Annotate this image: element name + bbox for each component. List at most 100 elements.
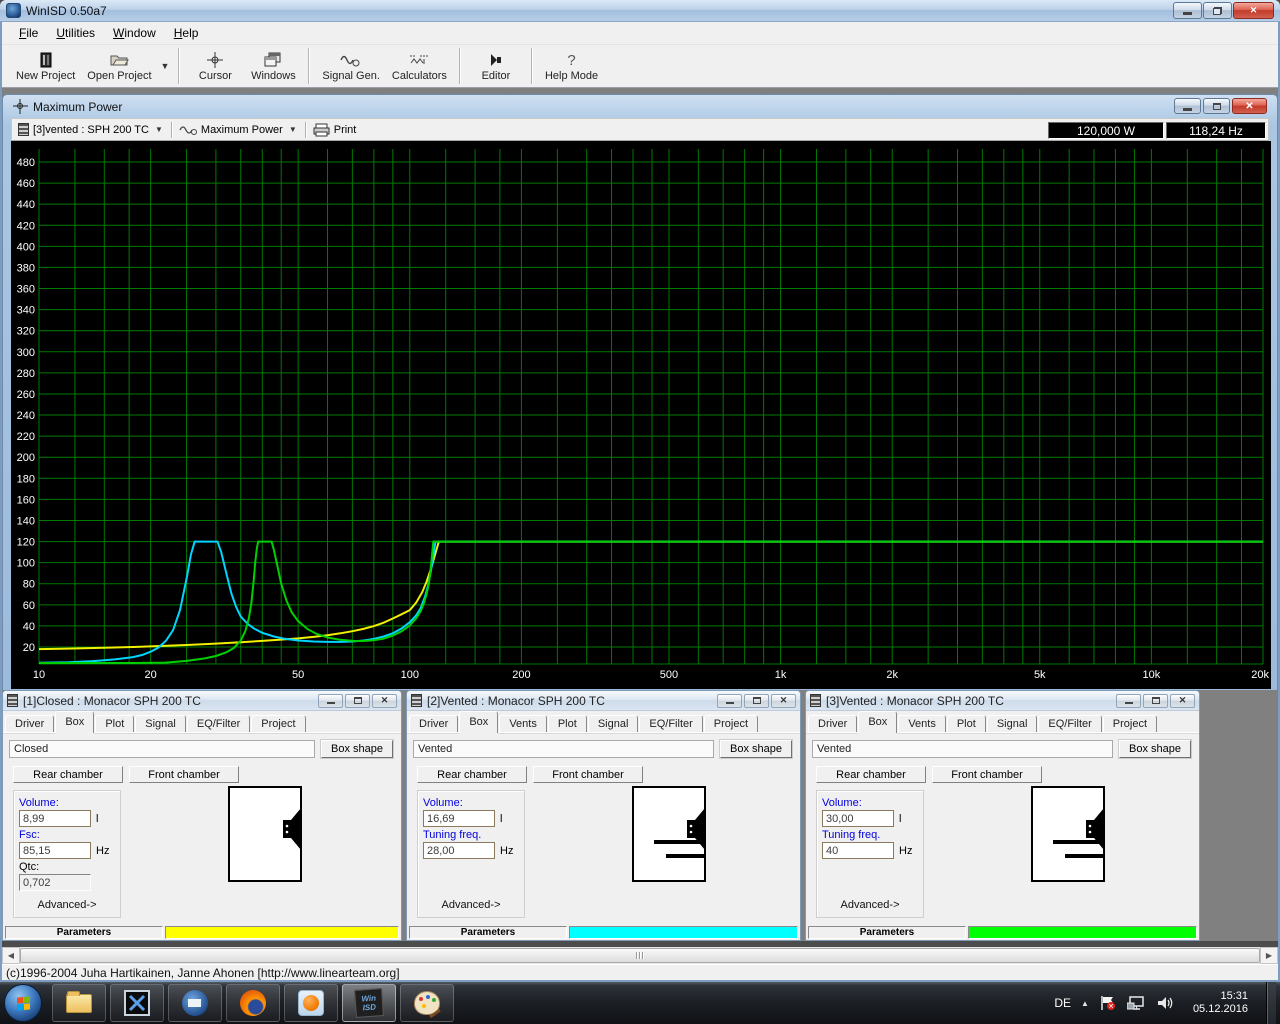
panel1-minimize-button[interactable]: [318, 693, 343, 708]
tab-signal[interactable]: Signal: [986, 715, 1038, 733]
tab-project[interactable]: Project: [703, 715, 759, 733]
rear-chamber-button[interactable]: Rear chamber: [816, 766, 926, 783]
plot-area[interactable]: 20 40 60 80 100 120 140 160 180 200 220 240 260 280 30…: [11, 141, 1271, 689]
box-type-field[interactable]: Vented: [812, 740, 1113, 758]
minimize-button[interactable]: [1173, 2, 1202, 19]
plot-close-button[interactable]: ✕: [1232, 98, 1267, 114]
front-chamber-button[interactable]: Front chamber: [533, 766, 643, 783]
rear-chamber-button[interactable]: Rear chamber: [13, 766, 123, 783]
volume-input[interactable]: 16,69: [423, 810, 495, 827]
taskbar-clock[interactable]: 15:31 05.12.2016: [1185, 990, 1256, 1016]
open-project-button[interactable]: Open Project: [81, 45, 157, 87]
panel2-titlebar[interactable]: [2]Vented : Monacor SPH 200 TC ✕: [407, 691, 800, 711]
project-selector[interactable]: [3]vented : SPH 200 TC ▼: [12, 119, 171, 140]
cursor-button[interactable]: Cursor: [186, 45, 244, 87]
scrollbar-thumb[interactable]: [20, 948, 1260, 963]
advanced-link[interactable]: Advanced->: [14, 899, 120, 911]
action-center-flag-icon[interactable]: ✕: [1099, 995, 1117, 1011]
main-titlebar[interactable]: WinISD 0.50a7 ✕: [0, 0, 1280, 22]
max-power-chart[interactable]: 20 40 60 80 100 120 140 160 180 200 220 240 260 280 30…: [11, 141, 1271, 689]
parameters-label[interactable]: Parameters: [409, 926, 567, 939]
tab-driver[interactable]: Driver: [409, 715, 459, 733]
box-type-field[interactable]: Vented: [413, 740, 714, 758]
new-project-button[interactable]: New Project: [10, 45, 81, 87]
tab-project[interactable]: Project: [1102, 715, 1158, 733]
box-shape-button[interactable]: Box shape: [1119, 740, 1191, 758]
network-icon[interactable]: [1126, 995, 1147, 1011]
taskbar-paint-button[interactable]: [400, 984, 454, 1022]
tab-box[interactable]: Box: [459, 711, 499, 733]
tab-vents[interactable]: Vents: [898, 715, 946, 733]
open-project-dropdown[interactable]: ▼: [158, 45, 173, 87]
taskbar-crossed-arrows-button[interactable]: [110, 984, 164, 1022]
taskbar-thunderbird-button[interactable]: [168, 984, 222, 1022]
tab-box[interactable]: Box: [858, 711, 898, 733]
rear-chamber-button[interactable]: Rear chamber: [417, 766, 527, 783]
tab-driver[interactable]: Driver: [5, 715, 55, 733]
signal-gen-button[interactable]: Signal Gen.: [316, 45, 385, 87]
volume-input[interactable]: 30,00: [822, 810, 894, 827]
panel3-maximize-button[interactable]: [1143, 693, 1168, 708]
language-indicator[interactable]: DE: [1054, 996, 1071, 1010]
scroll-left-arrow[interactable]: ◀: [2, 947, 20, 964]
volume-icon[interactable]: [1157, 995, 1175, 1011]
close-button[interactable]: ✕: [1233, 2, 1274, 19]
front-chamber-button[interactable]: Front chamber: [932, 766, 1042, 783]
tab-eq-filter[interactable]: EQ/Filter: [1038, 715, 1102, 733]
tuning-freq-input[interactable]: 28,00: [423, 842, 495, 859]
menu-file[interactable]: File: [10, 23, 47, 43]
show-desktop-button[interactable]: [1266, 982, 1276, 1024]
taskbar-firefox-button[interactable]: [226, 984, 280, 1022]
tab-plot[interactable]: Plot: [946, 715, 986, 733]
tuning-freq-input[interactable]: 40: [822, 842, 894, 859]
taskbar-explorer-button[interactable]: [52, 984, 106, 1022]
tab-eq-filter[interactable]: EQ/Filter: [639, 715, 703, 733]
plot-minimize-button[interactable]: [1174, 98, 1201, 114]
print-button[interactable]: Print: [307, 119, 363, 140]
tab-vents[interactable]: Vents: [499, 715, 547, 733]
tab-plot[interactable]: Plot: [95, 715, 135, 733]
tab-project[interactable]: Project: [251, 715, 306, 733]
box-shape-button[interactable]: Box shape: [321, 740, 393, 758]
menu-help[interactable]: Help: [165, 23, 208, 43]
taskbar-winisd-button[interactable]: Win ISD: [342, 984, 396, 1022]
menu-window[interactable]: Window: [104, 23, 165, 43]
panel3-titlebar[interactable]: [3]Vented : Monacor SPH 200 TC ✕: [806, 691, 1199, 711]
calculators-button[interactable]: Calculators: [386, 45, 453, 87]
graph-type-selector[interactable]: Maximum Power ▼: [173, 119, 305, 140]
editor-button[interactable]: Editor: [467, 45, 525, 87]
panel1-titlebar[interactable]: [1]Closed : Monacor SPH 200 TC ✕: [3, 691, 401, 711]
volume-input[interactable]: 8,99: [19, 810, 91, 827]
restore-button[interactable]: [1203, 2, 1232, 19]
panel3-close-button[interactable]: ✕: [1170, 693, 1195, 708]
panel2-minimize-button[interactable]: [717, 693, 742, 708]
scroll-right-arrow[interactable]: ▶: [1260, 947, 1278, 964]
advanced-link[interactable]: Advanced->: [817, 899, 923, 911]
panel2-close-button[interactable]: ✕: [771, 693, 796, 708]
panel2-maximize-button[interactable]: [744, 693, 769, 708]
menu-utilities[interactable]: Utilities: [47, 23, 104, 43]
parameters-label[interactable]: Parameters: [808, 926, 966, 939]
tab-driver[interactable]: Driver: [808, 715, 858, 733]
box-shape-button[interactable]: Box shape: [720, 740, 792, 758]
taskbar-media-player-button[interactable]: [284, 984, 338, 1022]
hidden-icons-chevron-icon[interactable]: ▲: [1081, 999, 1089, 1008]
panel1-close-button[interactable]: ✕: [372, 693, 397, 708]
start-button[interactable]: [4, 984, 42, 1022]
panel1-maximize-button[interactable]: [345, 693, 370, 708]
horizontal-scrollbar[interactable]: ◀ ▶: [2, 947, 1278, 964]
front-chamber-button[interactable]: Front chamber: [129, 766, 239, 783]
help-mode-button[interactable]: ? Help Mode: [539, 45, 604, 87]
fsc-input[interactable]: 85,15: [19, 842, 91, 859]
tab-signal[interactable]: Signal: [587, 715, 639, 733]
parameters-label[interactable]: Parameters: [5, 926, 163, 939]
plot-window-titlebar[interactable]: Maximum Power ✕: [11, 95, 1269, 118]
box-type-field[interactable]: Closed: [9, 740, 315, 758]
advanced-link[interactable]: Advanced->: [418, 899, 524, 911]
tab-box[interactable]: Box: [55, 711, 95, 733]
panel3-minimize-button[interactable]: [1116, 693, 1141, 708]
tab-eq-filter[interactable]: EQ/Filter: [186, 715, 251, 733]
tab-signal[interactable]: Signal: [135, 715, 186, 733]
plot-restore-button[interactable]: [1203, 98, 1230, 114]
tab-plot[interactable]: Plot: [547, 715, 587, 733]
